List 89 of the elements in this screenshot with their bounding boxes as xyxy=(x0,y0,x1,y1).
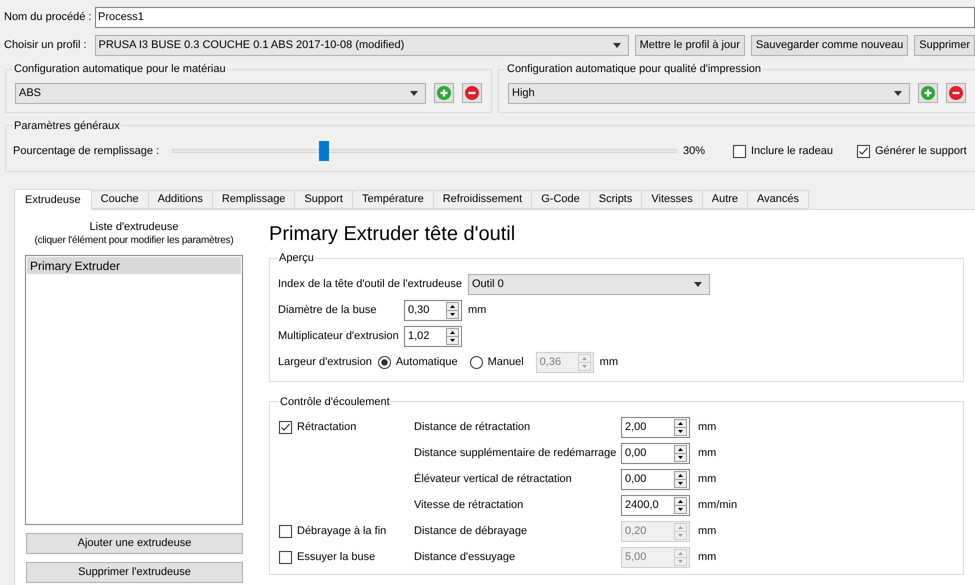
checkbox-label: Rétractation xyxy=(297,420,356,435)
extruder-heading: Primary Extruder tête d'outil xyxy=(269,222,516,247)
dropdown[interactable]: ABS xyxy=(15,82,426,104)
dropdown[interactable]: High xyxy=(508,82,910,104)
dropdown[interactable]: Outil 0 xyxy=(468,274,710,294)
dropdown[interactable]: PRUSA I3 BUSE 0.3 COUCHE 0.1 ABS 2017-10-08 (modified) xyxy=(94,35,629,56)
checked-checkbox[interactable] xyxy=(856,144,870,158)
group-title: Configuration automatique pour qualité d'impression xyxy=(506,62,762,77)
tab[interactable]: Remplissage xyxy=(212,190,296,209)
tab[interactable]: Avancés xyxy=(748,190,810,209)
number-field[interactable]: 0,00 xyxy=(621,468,690,490)
group-title: Paramètres généraux xyxy=(13,118,121,134)
checkbox-label: Générer le support xyxy=(874,144,967,159)
tab[interactable]: Additions xyxy=(148,190,213,209)
spin-arrows-icon[interactable] xyxy=(674,496,687,514)
plus-icon xyxy=(437,86,451,100)
field-label: Index de la tête d'outil de l'extrudeuse xyxy=(278,276,462,292)
dropdown-arrow-icon xyxy=(694,282,702,286)
checked-checkbox[interactable] xyxy=(279,420,292,434)
group-title: Contrôle d'écoulement xyxy=(279,394,391,410)
list-title: Liste d'extrudeuse xyxy=(88,220,180,234)
number-field[interactable]: 2400,0 xyxy=(621,494,690,516)
field-label: Multiplicateur d'extrusion xyxy=(278,328,400,344)
profile-button[interactable]: Sauvegarder comme nouveau xyxy=(750,35,908,56)
unit-label: mm xyxy=(600,354,618,370)
tab[interactable]: Vitesses xyxy=(642,190,703,209)
field-label: Distance de débrayage xyxy=(414,524,528,539)
list-item[interactable]: Primary Extruder xyxy=(27,257,241,274)
unit-label: mm xyxy=(698,420,718,435)
field-label: Diamètre de la buse xyxy=(278,302,378,318)
field-label: Élévateur vertical de rétractation xyxy=(414,472,573,487)
dropdown-arrow-icon xyxy=(410,90,418,96)
spin-arrows-icon[interactable] xyxy=(674,470,687,488)
minus-icon xyxy=(465,86,479,100)
field-label: Nom du procédé : xyxy=(4,10,92,25)
tab[interactable]: Refroidissement xyxy=(434,190,532,209)
checkbox[interactable] xyxy=(733,144,746,158)
minus-icon xyxy=(949,86,963,100)
number-field[interactable]: 1,02 xyxy=(404,326,462,346)
slider-label: Pourcentage de remplissage : xyxy=(13,144,160,159)
profile-button[interactable]: Supprimer xyxy=(914,35,975,56)
dropdown-arrow-icon xyxy=(612,43,621,48)
radio-label: Automatique xyxy=(396,354,458,370)
list-hint: (cliquer l'élément pour modifier les paramètres) xyxy=(33,234,235,248)
list-button[interactable]: Ajouter une extrudeuse xyxy=(26,533,243,554)
tab[interactable]: Scripts xyxy=(590,190,642,209)
dropdown-arrow-icon xyxy=(894,90,902,96)
unit-label: mm/min xyxy=(698,498,738,513)
unit-label: mm xyxy=(698,472,718,487)
slider-thumb[interactable] xyxy=(318,141,328,161)
slider-value: 30% xyxy=(683,144,706,159)
unit-label: mm xyxy=(698,524,718,539)
number-field[interactable]: 0,00 xyxy=(621,442,690,464)
add-button[interactable] xyxy=(918,83,938,103)
field-label: Distance d'essuyage xyxy=(414,550,516,565)
slider[interactable] xyxy=(172,141,677,161)
radio-label: Manuel xyxy=(488,354,524,370)
profile-button[interactable]: Mettre le profil à jour xyxy=(634,35,745,56)
spin-arrows-icon[interactable] xyxy=(446,302,459,318)
number-field[interactable]: 2,00 xyxy=(621,416,690,438)
field-label: Distance de rétractation xyxy=(414,420,532,435)
field-label: Largeur d'extrusion xyxy=(278,354,372,370)
unit-label: mm xyxy=(698,550,718,565)
field-label: Choisir un profil : xyxy=(4,38,88,54)
tab[interactable]: Support xyxy=(295,190,353,209)
input-field[interactable]: Process1 xyxy=(95,6,975,28)
tab[interactable]: Température xyxy=(352,190,434,209)
spin-arrows-icon[interactable] xyxy=(674,418,687,436)
tab[interactable]: Extrudeuse xyxy=(14,189,92,210)
remove-button[interactable] xyxy=(462,83,482,103)
list-button[interactable]: Supprimer l'extrudeuse xyxy=(26,562,243,583)
tab[interactable]: G-Code xyxy=(532,190,590,209)
group-title: Configuration automatique pour le matériau xyxy=(13,62,227,77)
checkbox-label: Essuyer la buse xyxy=(297,550,376,565)
plus-icon xyxy=(921,86,935,100)
tab[interactable]: Autre xyxy=(702,190,748,209)
unit-label: mm xyxy=(468,302,486,318)
group-title: Aperçu xyxy=(278,251,315,266)
spin-arrows-icon[interactable] xyxy=(674,444,687,462)
unit-label: mm xyxy=(698,446,718,461)
tab[interactable]: Couche xyxy=(92,190,149,209)
spin-arrows-icon[interactable] xyxy=(446,328,459,344)
number-field[interactable]: 0,30 xyxy=(404,300,462,320)
checkbox-label: Inclure le radeau xyxy=(751,144,833,159)
remove-button[interactable] xyxy=(946,83,966,103)
field-label: Vitesse de rétractation xyxy=(414,498,524,513)
add-button[interactable] xyxy=(434,83,454,103)
checkbox-label: Débrayage à la fin xyxy=(297,524,386,539)
field-label: Distance supplémentaire de redémarrage xyxy=(414,446,618,461)
